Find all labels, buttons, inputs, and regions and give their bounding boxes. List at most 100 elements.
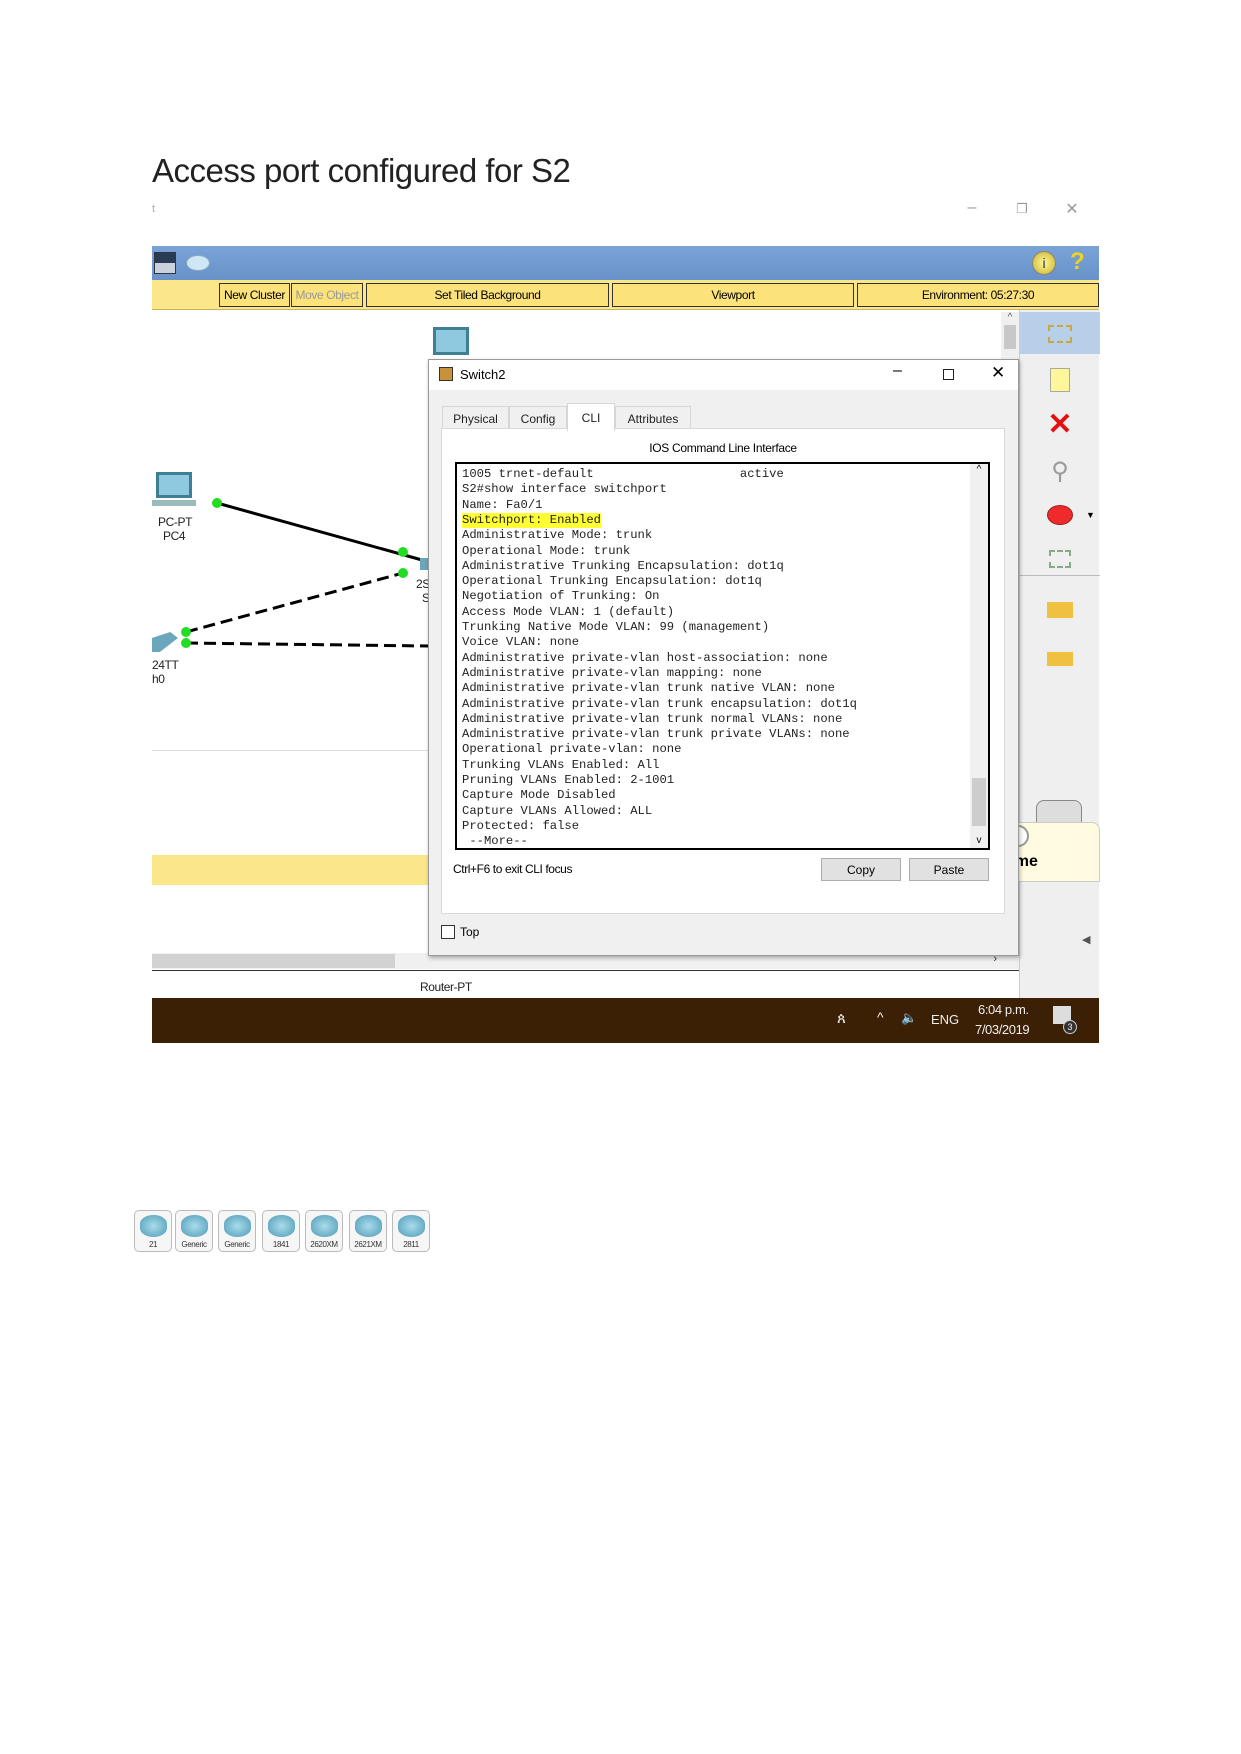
cli-line: Operational private-vlan: none xyxy=(462,742,682,757)
delete-icon[interactable]: ✕ xyxy=(1044,408,1076,441)
cli-line: --More-- xyxy=(462,834,536,849)
add-complex-pdu-icon[interactable] xyxy=(1047,646,1073,666)
link-trunk-1 xyxy=(185,571,404,634)
device-palette-item[interactable]: Generic xyxy=(175,1210,213,1252)
divider xyxy=(152,750,428,751)
cli-line: Pruning VLANs Enabled: 2-1001 xyxy=(462,773,675,787)
notification-count-badge: 3 xyxy=(1063,1020,1077,1034)
add-simple-pdu-icon[interactable] xyxy=(1047,602,1073,618)
link-status-dot xyxy=(212,498,222,508)
logical-workspace-icon[interactable] xyxy=(154,252,176,274)
cli-line: Operational Mode: trunk xyxy=(462,543,631,558)
select-icon[interactable] xyxy=(1048,325,1072,343)
cli-line: Name: Fa0/1 xyxy=(462,497,543,512)
draw-ellipse-icon[interactable] xyxy=(1047,505,1073,525)
collapse-arrow-icon[interactable]: ◀ xyxy=(1082,933,1090,946)
viewport-button[interactable]: Viewport xyxy=(612,283,854,307)
device-palette-item[interactable]: 2620XM xyxy=(305,1210,343,1252)
cli-line: Capture VLANs Allowed: ALL xyxy=(462,803,653,818)
resize-shape-icon[interactable] xyxy=(1049,550,1071,568)
link-status-dot xyxy=(181,627,191,637)
pc-icon[interactable] xyxy=(156,472,192,498)
tab-config[interactable]: Config xyxy=(509,406,567,430)
document-title: Access port configured for S2 xyxy=(152,152,571,189)
show-hidden-icons-icon[interactable]: ^ xyxy=(877,1009,884,1025)
environment-button[interactable]: Environment: 05:27:30 xyxy=(857,283,1099,307)
cli-line: S2#show interface switchport xyxy=(462,482,667,497)
link-status-dot xyxy=(398,547,408,557)
tab-attributes[interactable]: Attributes xyxy=(615,406,691,430)
divider xyxy=(152,970,1077,971)
main-toolbar: i ? xyxy=(152,246,1099,280)
cloud-icon[interactable] xyxy=(186,255,210,271)
cli-scrollbar[interactable]: ^ v xyxy=(970,464,988,848)
paste-button[interactable]: Paste xyxy=(909,858,989,881)
divider xyxy=(1020,575,1100,576)
set-tiled-background-button[interactable]: Set Tiled Background xyxy=(366,283,609,307)
workspace-bar: New Cluster Move Object Set Tiled Backgr… xyxy=(152,280,1099,310)
dialog-minimize-button[interactable]: – xyxy=(893,362,902,380)
device-palette-item[interactable]: 21 xyxy=(134,1210,172,1252)
link-status-dot xyxy=(398,568,408,578)
device-category-bar xyxy=(152,855,428,885)
selected-device-type: Router-PT xyxy=(420,980,472,994)
people-icon[interactable]: ጰ xyxy=(837,1010,846,1027)
cli-line: Protected: false xyxy=(462,818,580,833)
cli-line: Voice VLAN: none xyxy=(462,635,580,650)
cli-line: Capture Mode Disabled xyxy=(462,788,616,803)
cli-section-title: IOS Command Line Interface xyxy=(649,441,797,455)
common-tools-bar: ✕ ⚲ ▼ time ◀ xyxy=(1002,310,1100,998)
outer-restore-button[interactable]: ❐ xyxy=(1012,201,1032,217)
cli-line: Administrative Trunking Encapsulation: d… xyxy=(462,558,784,573)
tab-cli[interactable]: CLI xyxy=(567,403,615,431)
device-label: PC-PT xyxy=(158,515,193,529)
device-palette-item[interactable]: 1841 xyxy=(262,1210,300,1252)
help-icon[interactable]: ? xyxy=(1070,248,1085,276)
new-cluster-button[interactable]: New Cluster xyxy=(219,283,290,307)
clock-date[interactable]: 7/03/2019 xyxy=(975,1022,1030,1037)
note-icon[interactable] xyxy=(1050,368,1070,392)
clock-time[interactable]: 6:04 p.m. xyxy=(978,1002,1029,1017)
dialog-titlebar[interactable]: Switch2 – ✕ xyxy=(429,360,1018,390)
info-icon[interactable]: i xyxy=(1032,251,1056,275)
device-label: 24TT xyxy=(152,658,179,672)
link-pc4-switch xyxy=(216,501,423,562)
device-label: h0 xyxy=(152,672,165,686)
device-palette-item[interactable]: 2811 xyxy=(392,1210,430,1252)
cli-terminal[interactable]: 1005 trnet-default active S2#show interfa… xyxy=(455,462,990,850)
device-palette-item[interactable]: 2621XM xyxy=(349,1210,387,1252)
stray-text: t xyxy=(152,203,156,215)
dialog-maximize-button[interactable] xyxy=(943,369,954,380)
cli-line-highlighted: Switchport: Enabled xyxy=(462,512,601,528)
dialog-close-button[interactable]: ✕ xyxy=(991,363,1005,383)
cli-line: Operational Trunking Encapsulation: dot1… xyxy=(462,574,762,589)
cli-line: Negotiation of Trunking: On xyxy=(462,589,660,604)
copy-button[interactable]: Copy xyxy=(821,858,901,881)
inspect-magnifier-icon[interactable]: ⚲ xyxy=(1044,456,1076,486)
pc-keyboard-icon xyxy=(152,500,196,506)
outer-close-button[interactable]: ✕ xyxy=(1062,199,1082,219)
move-object-button[interactable]: Move Object xyxy=(291,283,363,307)
pc-icon[interactable] xyxy=(433,327,469,355)
cli-line: Administrative private-vlan host-associa… xyxy=(462,650,828,665)
cli-line: Access Mode VLAN: 1 (default) xyxy=(462,604,675,619)
cli-line: Administrative private-vlan trunk normal… xyxy=(462,711,843,726)
tab-physical[interactable]: Physical xyxy=(442,406,509,430)
cli-line: Administrative private-vlan trunk encaps… xyxy=(462,696,857,711)
outer-minimize-button[interactable]: – xyxy=(962,199,982,217)
cli-line: Trunking Native Mode VLAN: 99 (managemen… xyxy=(462,620,770,634)
cli-panel: IOS Command Line Interface 1005 trnet-de… xyxy=(441,428,1005,914)
switch2-dialog: Switch2 – ✕ Physical Config CLI Attribut… xyxy=(428,359,1019,956)
cli-focus-hint: Ctrl+F6 to exit CLI focus xyxy=(453,862,573,876)
volume-icon[interactable]: 🔈 xyxy=(901,1010,917,1026)
dialog-title: Switch2 xyxy=(460,367,506,382)
top-checkbox[interactable] xyxy=(441,925,455,939)
language-indicator[interactable]: ENG xyxy=(931,1012,959,1027)
cli-line: Administrative Mode: trunk xyxy=(462,528,653,543)
device-palette-item[interactable]: Generic xyxy=(218,1210,256,1252)
dropdown-arrow-icon[interactable]: ▼ xyxy=(1086,510,1095,520)
link-trunk-2 xyxy=(185,641,430,648)
cli-line: 1005 trnet-default active xyxy=(462,467,784,481)
switch-app-icon xyxy=(439,367,453,381)
cli-line: Administrative private-vlan trunk native… xyxy=(462,681,835,696)
